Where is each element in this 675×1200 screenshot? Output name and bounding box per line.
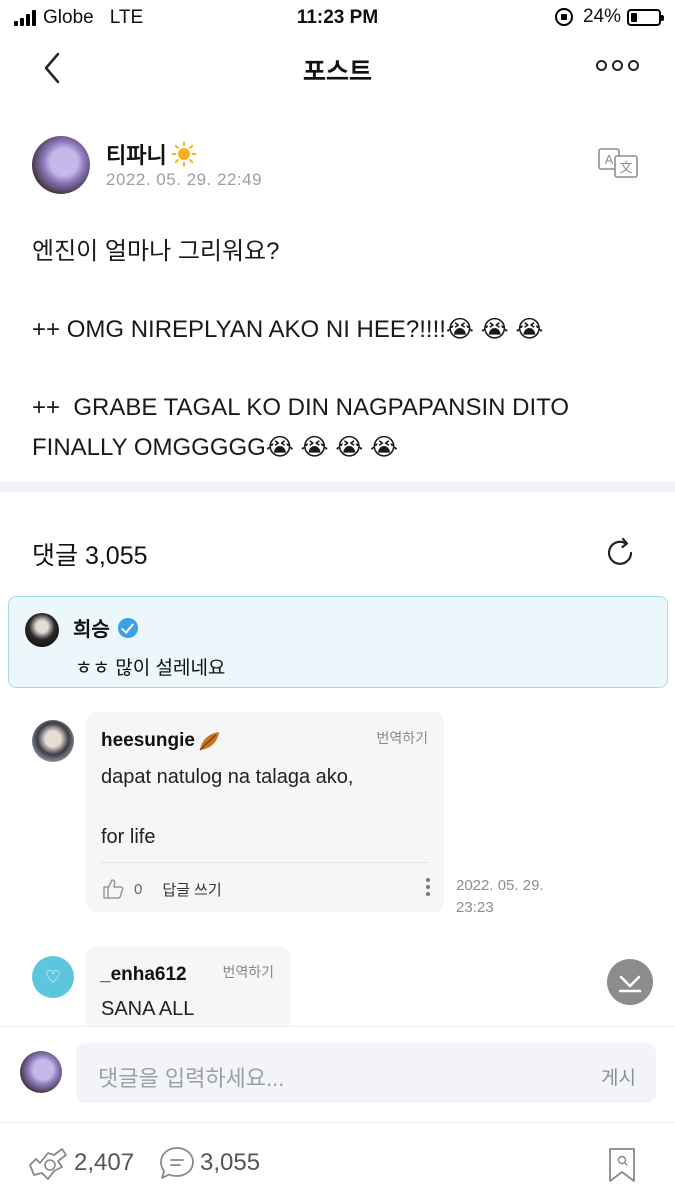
refresh-icon[interactable] (603, 536, 637, 570)
comment-text-line: for life (101, 826, 156, 848)
comment-text-line: dapat natulog na talaga ako, (101, 766, 354, 788)
comment-more-button[interactable] (426, 878, 430, 896)
my-avatar (20, 1051, 62, 1093)
battery-icon (627, 8, 664, 26)
artist-comment[interactable]: 희승 ㅎㅎ 많이 설레네요 (8, 596, 668, 688)
comment-username: heesungie (101, 730, 195, 751)
post-date: 2022. 05. 29. 22:49 (106, 170, 263, 189)
comment-time-line: 23:23 (456, 899, 494, 916)
comment-user-row[interactable]: heesungie (101, 730, 221, 752)
artist-name: 희승 (73, 619, 110, 641)
header: 포스트 (0, 40, 675, 96)
comment-date-line: 2022. 05. 29. (456, 877, 544, 894)
more-options-button[interactable] (596, 60, 639, 71)
artist-avatar[interactable] (25, 613, 59, 647)
author-name: 티파니 (106, 143, 167, 168)
translate-icon[interactable]: A 文 (598, 148, 638, 178)
battery-level (631, 12, 638, 22)
comment-bubble-icon (160, 1147, 194, 1179)
artist-comment-text: ㅎㅎ 많이 설레네요 (75, 658, 226, 679)
post-line: ++ GRABE TAGAL KO DIN NAGPAPANSIN DITO (32, 394, 570, 421)
post-line: FINALLY OMGGGGG😭 😭 😭 😭 (32, 434, 398, 461)
likes-count: 2,407 (74, 1149, 135, 1176)
comment-input-bar: 댓글을 입력하세요... 게시 (0, 1026, 675, 1122)
sun-icon (171, 141, 197, 167)
leaf-icon (199, 732, 219, 751)
cheer-icon (29, 1148, 67, 1180)
more-vertical-icon (426, 878, 430, 882)
comment-input[interactable]: 댓글을 입력하세요... 게시 (76, 1043, 656, 1103)
svg-text:A: A (605, 152, 614, 167)
comment-divider (101, 862, 429, 863)
post-comment-button[interactable]: 게시 (601, 1063, 636, 1090)
post-author: 티파니 2022. 05. 29. 22:49 A 文 (32, 136, 642, 196)
thumbs-up-icon[interactable] (102, 878, 124, 900)
comments-total: 3,055 (200, 1149, 261, 1176)
post-line: ++ OMG NIREPLYAN AKO NI HEE?!!!!😭 😭 😭 (32, 316, 544, 343)
comment-username[interactable]: _enha612 (100, 964, 187, 986)
bookmark-icon[interactable] (607, 1147, 637, 1183)
translate-link[interactable]: 번역하기 (222, 962, 274, 982)
reply-button[interactable]: 답글 쓰기 (162, 879, 221, 900)
post-line: 엔진이 얼마나 그리워요? (32, 238, 280, 265)
like-count: 0 (134, 880, 143, 898)
comment-input-placeholder: 댓글을 입력하세요... (98, 1066, 285, 1091)
artist-name-row: 희승 (73, 613, 138, 642)
page-title: 포스트 (302, 58, 372, 86)
author-avatar[interactable] (32, 136, 90, 194)
author-name-row[interactable]: 티파니 (106, 138, 197, 170)
svg-text:文: 文 (619, 161, 632, 176)
comments-button[interactable]: 3,055 (158, 1145, 260, 1181)
arrow-down-icon (618, 975, 642, 993)
scroll-to-bottom-button[interactable] (607, 959, 653, 1005)
comment-card: heesungie 번역하기 dapat natulog na talaga a… (86, 712, 444, 912)
commenter-avatar[interactable]: ♡ (32, 956, 74, 998)
comment-text-line: SANA ALL (101, 998, 195, 1020)
status-right: 24% (554, 6, 664, 28)
more-horizontal-icon (596, 60, 607, 71)
section-divider (0, 482, 675, 492)
verified-icon (117, 617, 138, 638)
heart-icon: ♡ (44, 966, 62, 987)
post-footer: 2,407 3,055 (0, 1122, 675, 1200)
rotation-lock-icon (554, 8, 573, 26)
commenter-avatar[interactable] (32, 720, 74, 762)
comments-count-label: 댓글 3,055 (32, 542, 148, 570)
likes-button[interactable]: 2,407 (26, 1145, 134, 1181)
status-bar: Globe LTE 11:23 PM 24% (0, 0, 675, 36)
translate-link[interactable]: 번역하기 (376, 728, 428, 748)
comment-actions: 0 답글 쓰기 (102, 878, 222, 900)
post-body: 엔진이 얼마나 그리워요? ++ OMG NIREPLYAN AKO NI HE… (32, 232, 642, 468)
battery-percent: 24% (582, 6, 621, 27)
comment-date: 2022. 05. 29. 23:23 (456, 875, 576, 919)
